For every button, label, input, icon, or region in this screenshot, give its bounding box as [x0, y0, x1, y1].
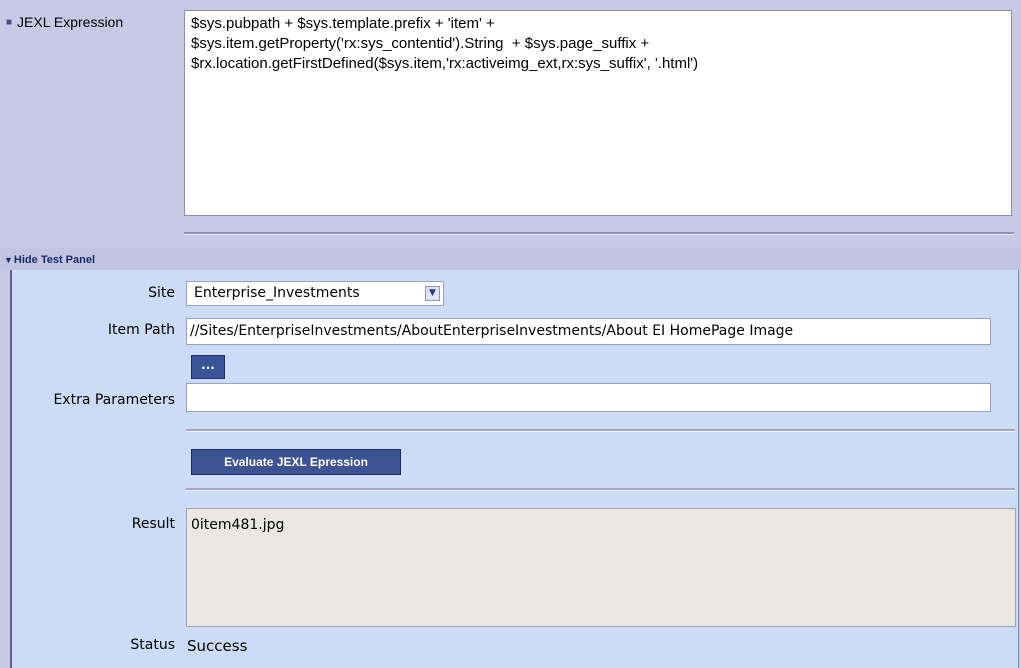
hide-test-panel-toggle[interactable]: ▼Hide Test Panel	[4, 254, 95, 266]
divider	[186, 429, 1015, 432]
chevron-down-icon[interactable]: ▼	[425, 286, 440, 301]
section-divider	[184, 232, 1014, 235]
evaluate-jexl-button[interactable]: Evaluate JEXL Epression	[191, 449, 401, 475]
jexl-expression-textarea[interactable]: $sys.pubpath + $sys.template.prefix + 'i…	[184, 10, 1012, 216]
site-select-value: Enterprise_Investments	[194, 285, 360, 301]
jexl-expression-row: ■ JEXL Expression $sys.pubpath + $sys.tem…	[0, 0, 1021, 228]
triangle-down-icon: ▼	[4, 255, 13, 265]
site-select[interactable]: Enterprise_Investments ▼	[186, 281, 444, 306]
extra-parameters-input[interactable]	[186, 383, 991, 412]
site-label: Site	[148, 285, 175, 301]
required-marker-icon: ■	[6, 17, 13, 28]
item-path-input[interactable]: //Sites/EnterpriseInvestments/AboutEnter…	[186, 318, 991, 345]
test-panel-header: ▼Hide Test Panel	[0, 248, 1021, 270]
item-path-value: //Sites/EnterpriseInvestments/AboutEnter…	[190, 323, 794, 339]
status-value: Success	[187, 637, 248, 655]
item-path-label: Item Path	[107, 322, 175, 338]
divider	[186, 488, 1015, 491]
result-value: 0item481.jpg	[191, 517, 285, 533]
status-label: Status	[130, 637, 175, 653]
browse-button[interactable]: ...	[191, 355, 225, 379]
extra-parameters-label: Extra Parameters	[53, 392, 175, 408]
result-textarea[interactable]: 0item481.jpg	[186, 508, 1016, 627]
result-label: Result	[131, 516, 175, 532]
jexl-expression-label: ■ JEXL Expression	[6, 14, 124, 30]
